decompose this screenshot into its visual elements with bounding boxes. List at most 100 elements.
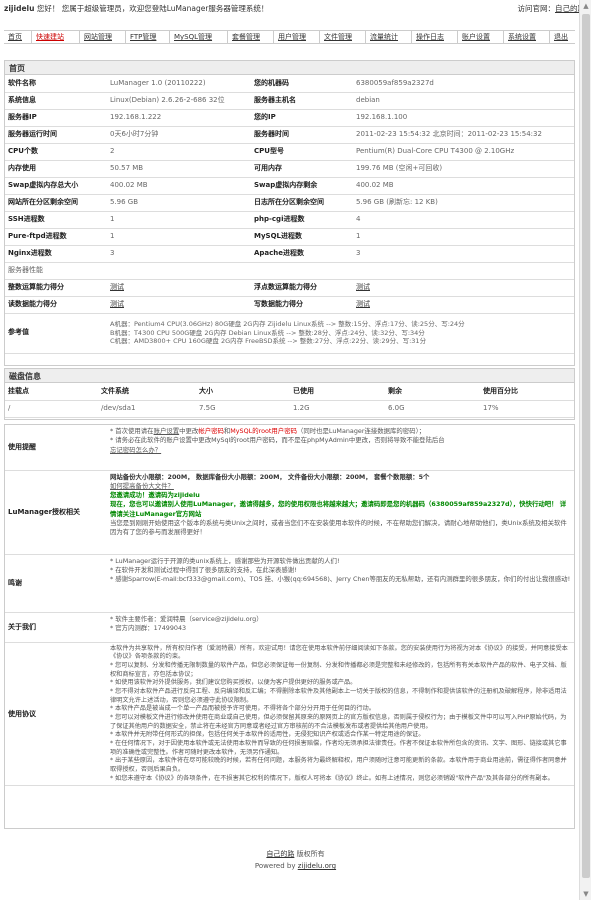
- field-label: 您的IP: [251, 109, 353, 127]
- reference-line: C机器：AMD3800+ CPU 160G硬盘 2G内存 FreeBSD系统 -…: [110, 337, 427, 346]
- disk-column-header: 使用百分比: [480, 383, 574, 401]
- nav-item-9[interactable]: 操作日志: [411, 31, 457, 43]
- info-row: 系统信息 Linux(Debian) 2.6.26-2-686 32位 服务器主机名…: [5, 92, 574, 110]
- field-value: 3: [107, 245, 251, 263]
- agreement-line: * 本软件产品是被当成一个单一产品而被授予许可使用，不得将各个部分分开用于任何目…: [110, 705, 375, 713]
- nav-item-1[interactable]: 快速建站: [31, 31, 79, 43]
- nav-item-label: FTP管理: [130, 33, 157, 41]
- field-label: Apache进程数: [251, 245, 353, 263]
- field-label: 网站所在分区剩余空间: [5, 194, 107, 212]
- disk-section-title: 磁盘信息: [5, 369, 574, 383]
- field-value: Linux(Debian) 2.6.26-2-686 32位: [107, 92, 251, 110]
- info-row: Swap虚拟内存总大小 400.02 MB Swap虚拟内存剩余 400.02 MB: [5, 177, 574, 195]
- agreement-line: * 您可以对模板文件进行修改并使用在商业或自己使用，但必须保留其原来的原网页上的…: [110, 713, 567, 730]
- nav-item-2[interactable]: 网站管理: [79, 31, 125, 43]
- nav-item-7[interactable]: 文件管理: [319, 31, 365, 43]
- reference-row: 参考值 A机器：Pentium4 CPU(3.06GHz) 80G硬盘 2G内存 …: [5, 313, 574, 354]
- field-value: debian: [353, 92, 574, 110]
- test-link[interactable]: 测试: [353, 296, 574, 314]
- perf-label-row: 服务器性能: [5, 262, 574, 280]
- field-label: 软件名称: [5, 75, 107, 93]
- backup-limits: 网站备份大小限额：200M， 数据库备份大小限额：200M， 文件备份大小限额：…: [110, 472, 430, 481]
- disk-cell: /dev/sda1: [98, 400, 196, 418]
- perf-label: 服务器性能: [5, 262, 574, 280]
- reference-label: 参考值: [5, 313, 107, 354]
- invite-notice: 现在，您也可以邀请别人使用LuManager，邀请得越多，您的使用权限也将越来越…: [110, 500, 567, 518]
- thanks-label: 鸣谢: [5, 554, 107, 613]
- field-label: 您的机器码: [251, 75, 353, 93]
- footer-home-link[interactable]: 自己的路: [266, 850, 294, 858]
- field-label: MySQL进程数: [251, 228, 353, 246]
- thanks-line-2: * 在软件开发和测试过程中得到了很多朋友的支持，在此深表感谢!: [110, 565, 297, 574]
- nav-item-label: 账户设置: [462, 33, 490, 41]
- field-value: 3: [353, 245, 574, 263]
- agreement-line: * 如您未遵守本《协议》的各项条件，在不损害其它权利的情况下，版权人可将本《协议…: [110, 774, 554, 782]
- official-site: 访问官网：自己的路: [518, 4, 586, 14]
- vertical-scrollbar[interactable]: ▲ ▼: [579, 0, 591, 900]
- nav-item-6[interactable]: 用户管理: [273, 31, 319, 43]
- field-label: CPU型号: [251, 143, 353, 161]
- footer-line-1: 自己的路 版权所有: [0, 850, 591, 859]
- field-value: 0天6小时7分钟: [107, 126, 251, 144]
- disk-column-header: 文件系统: [98, 383, 196, 401]
- info-row: 服务器IP 192.168.1.222 您的IP 192.168.1.100: [5, 109, 574, 127]
- nav-item-12[interactable]: 退出: [549, 31, 575, 43]
- disk-section: 磁盘信息 挂载点 文件系统 大小 已使用 剩余 使用百分比 //dev/sda1 7.5G 1.…: [4, 368, 575, 420]
- disk-cell: 1.2G: [290, 400, 385, 418]
- info-row: Nginx进程数 3 Apache进程数 3: [5, 245, 574, 263]
- nav-item-0[interactable]: 首页: [4, 31, 31, 43]
- agreement-line: * 您可以复制、分发和传播无限制数量的软件产品，但您必须保证每一份复制、分发和传…: [110, 661, 567, 678]
- about-author: * 软件主要作者：爱润特晨（service@zijidelu.org）: [110, 614, 263, 623]
- nav-item-10[interactable]: 账户设置: [457, 31, 503, 43]
- agreement-line: * 本软件并无附带任何形式的担保，包括任何关于本软件的适用性，无侵犯知识产权或适…: [110, 731, 425, 739]
- footer-site-link[interactable]: zijidelu.org: [298, 862, 336, 870]
- nav-item-5[interactable]: 套餐管理: [227, 31, 273, 43]
- field-label: CPU个数: [5, 143, 107, 161]
- backup-upgrade-link[interactable]: 如何提高备份大文件？: [110, 482, 571, 491]
- info-table: 使用提醒 * 首次使用请在账户设置中更改帐户密码和MySQL的root用户密码（…: [5, 425, 574, 787]
- nav-item-3[interactable]: FTP管理: [125, 31, 169, 43]
- test-link[interactable]: 测试: [107, 279, 251, 297]
- field-value: 5.96 GB: [107, 194, 251, 212]
- home-section: 首页 软件名称 LuManager 1.0 (20110222) 您的机器码 6380…: [4, 60, 575, 366]
- field-label: 浮点数运算能力得分: [251, 279, 353, 297]
- field-label: 服务器运行时间: [5, 126, 107, 144]
- field-value: 2011-02-23 15:54:32 北京时间：2011-02-23 15:5…: [353, 126, 574, 144]
- scroll-down-arrow-icon[interactable]: ▼: [580, 888, 591, 900]
- field-value: 1: [107, 211, 251, 229]
- test-link[interactable]: 测试: [353, 279, 574, 297]
- disk-column-header: 挂载点: [5, 383, 98, 401]
- disk-cell: 6.0G: [385, 400, 480, 418]
- nav-item-8[interactable]: 流量统计: [365, 31, 411, 43]
- field-value: 50.57 MB: [107, 160, 251, 178]
- nav-item-11[interactable]: 系统设置: [503, 31, 549, 43]
- scroll-up-arrow-icon[interactable]: ▲: [580, 0, 591, 12]
- agreement-line: * 出于某些原因，本软件将在尽可能较晚的时候，若有任何问题，本服务将为最终解释权…: [110, 757, 567, 773]
- field-label: 日志所在分区剩余空间: [251, 194, 353, 212]
- info-row: 整数运算能力得分 测试 浮点数运算能力得分 测试: [5, 279, 574, 297]
- agreement-line: 本软件为共享软件，所有权归作者（爱润特晨）所有，欢迎试用！请您在使用本软件前仔细…: [110, 644, 568, 661]
- nav-item-4[interactable]: MySQL管理: [169, 31, 227, 43]
- about-label: 关于我们: [5, 612, 107, 643]
- field-label: SSH进程数: [5, 211, 107, 229]
- nav-item-label: 首页: [8, 33, 22, 41]
- footer-powered: Powered by: [254, 862, 298, 870]
- field-value: 6380059af859a2327d: [353, 75, 574, 93]
- nav-item-label: 网站管理: [84, 33, 112, 41]
- field-value: 199.76 MB (空闲+可回收): [353, 160, 574, 178]
- about-row: 关于我们 * 软件主要作者：爱润特晨（service@zijidelu.org）…: [5, 612, 574, 643]
- forgot-password-link[interactable]: 忘记密码怎么办？: [110, 446, 571, 455]
- test-link[interactable]: 测试: [107, 296, 251, 314]
- nav-item-label: 文件管理: [324, 33, 352, 41]
- agreement-text: 本软件为共享软件，所有权归作者（爱润特晨）所有，欢迎试用！请您在使用本软件前仔细…: [107, 642, 574, 787]
- nav-item-label: 系统设置: [508, 33, 536, 41]
- scroll-thumb[interactable]: [582, 14, 590, 878]
- about-group: * 官方内测群：17499043: [110, 623, 187, 632]
- field-label: 服务器IP: [5, 109, 107, 127]
- footer-line-2: Powered by zijidelu.org: [0, 862, 591, 871]
- official-site-prefix: 访问官网：: [517, 4, 556, 13]
- agreement-line: * 您不得对本软件产品进行反向工程、反向编译和反汇编；不得删除本软件及其他副本上…: [110, 687, 567, 704]
- usage-line-1: * 首次使用请在账户设置中更改帐户密码和MySQL的root用户密码（同时也是L…: [110, 427, 426, 435]
- nav-item-label: 操作日志: [416, 33, 444, 41]
- field-value: 2: [107, 143, 251, 161]
